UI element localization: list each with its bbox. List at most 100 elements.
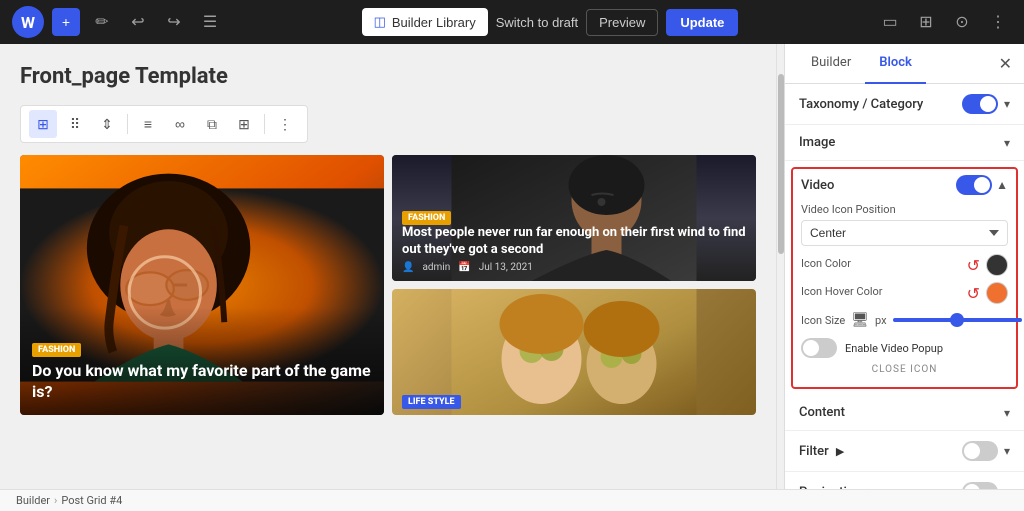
toolbar-divider2 <box>264 114 265 134</box>
close-icon-label: CLOSE ICON <box>872 364 938 375</box>
icon-hover-color-controls: ↺ <box>967 282 1008 304</box>
toolbar-left: W + ✏ ↩ ↪ ☰ <box>12 6 224 38</box>
content-section-header[interactable]: Content ▾ <box>785 395 1024 430</box>
video-icon-position-label: Video Icon Position <box>801 203 1008 216</box>
icon-color-picker[interactable] <box>986 254 1008 276</box>
video-toggle[interactable] <box>956 175 992 195</box>
filter-video-icon: ▶ <box>836 445 844 458</box>
filter-chevron: ▾ <box>1004 444 1010 458</box>
image-section: Image ▾ <box>785 125 1024 161</box>
icon-hover-color-row: Icon Hover Color ↺ <box>801 282 1008 304</box>
filter-section: Filter ▶ ▾ <box>785 431 1024 472</box>
taxonomy-section: Taxonomy / Category ▾ <box>785 84 1024 125</box>
tab-block[interactable]: Block <box>865 44 926 84</box>
preview-button[interactable]: Preview <box>586 9 658 36</box>
fashion-badge-large: FASHION <box>32 343 81 357</box>
icon-hover-color-reset[interactable]: ↺ <box>967 284 980 303</box>
grid-view-button[interactable]: ⊞ <box>29 110 57 138</box>
toolbar-right: ▭ ⊞ ⊙ ⋮ <box>876 8 1012 36</box>
video-section-header: Video ▲ <box>801 175 1008 195</box>
icon-size-label: Icon Size <box>801 314 845 327</box>
filter-section-header[interactable]: Filter ▶ ▾ <box>785 431 1024 471</box>
top-toolbar: W + ✏ ↩ ↪ ☰ ◫ Builder Library Switch to … <box>0 0 1024 44</box>
card-title-large: Do you know what my favorite part of the… <box>32 361 372 403</box>
grid-button[interactable]: ⊞ <box>230 110 258 138</box>
video-icon-position-select[interactable]: Center <box>801 220 1008 246</box>
scrollbar-thumb[interactable] <box>778 74 784 254</box>
link-button[interactable]: ∞ <box>166 110 194 138</box>
icon-hover-color-picker[interactable] <box>986 282 1008 304</box>
icon-size-slider[interactable] <box>893 318 1022 322</box>
filter-label: Filter ▶ <box>799 444 844 459</box>
desktop-view-button[interactable]: ▭ <box>876 8 904 36</box>
layout-button[interactable]: ⊞ <box>912 8 940 36</box>
icon-color-label: Icon Color <box>801 257 851 270</box>
list-view-button[interactable]: ☰ <box>196 8 224 36</box>
video-label: Video <box>801 178 834 193</box>
lifestyle-badge: LIFE STYLE <box>402 395 461 409</box>
author-icon: 👤 <box>402 262 414 273</box>
video-icon-position-field: Video Icon Position Center <box>801 203 1008 246</box>
post-grid: FASHION Do you know what my favorite par… <box>20 155 756 415</box>
image-controls: ▾ <box>1004 136 1010 150</box>
builder-library-button[interactable]: ◫ Builder Library <box>362 8 488 36</box>
icon-hover-color-label: Icon Hover Color <box>801 285 883 298</box>
image-button[interactable]: ⧉ <box>198 110 226 138</box>
dots-view-button[interactable]: ⠿ <box>61 110 89 138</box>
icon-color-row: Icon Color ↺ <box>801 254 1008 276</box>
breadcrumb-builder[interactable]: Builder <box>16 494 50 507</box>
post-card-large[interactable]: FASHION Do you know what my favorite par… <box>20 155 384 415</box>
icon-size-row: Icon Size 🖥 px <box>801 310 1008 330</box>
user-menu-button[interactable]: ⊙ <box>948 8 976 36</box>
toolbar-divider <box>127 114 128 134</box>
pagination-controls: ▾ <box>962 482 1010 489</box>
tab-builder[interactable]: Builder <box>797 44 865 84</box>
panel-close-button[interactable]: ✕ <box>999 54 1012 74</box>
undo-button[interactable]: ↩ <box>124 8 152 36</box>
bottom-breadcrumb: Builder › Post Grid #4 <box>0 489 1024 511</box>
icon-color-controls: ↺ <box>967 254 1008 276</box>
more-button[interactable]: ⋮ <box>271 110 299 138</box>
right-panel: Builder Block ✕ Taxonomy / Category ▾ <box>784 44 1024 489</box>
video-section-controls: ▲ <box>956 175 1008 195</box>
pagination-section: Pagination ▶ ▾ <box>785 472 1024 489</box>
enable-popup-row: Enable Video Popup <box>801 338 1008 358</box>
image-section-header[interactable]: Image ▾ <box>785 125 1024 160</box>
switch-draft-button[interactable]: Switch to draft <box>496 15 578 30</box>
edit-icon-button[interactable]: ✏ <box>88 8 116 36</box>
canvas-scrollbar[interactable] <box>776 44 784 489</box>
taxonomy-chevron: ▾ <box>1004 97 1010 111</box>
content-label: Content <box>799 405 845 420</box>
breadcrumb-item[interactable]: Post Grid #4 <box>61 494 122 507</box>
block-toolbar: ⊞ ⠿ ⇕ ≡ ∞ ⧉ ⊞ ⋮ <box>20 105 308 143</box>
filter-toggle[interactable] <box>962 441 998 461</box>
taxonomy-toggle[interactable] <box>962 94 998 114</box>
resize-button[interactable]: ⇕ <box>93 110 121 138</box>
post-card-bottom-right[interactable]: LIFE STYLE <box>392 289 756 415</box>
close-icon-section: CLOSE ICON <box>801 358 1008 381</box>
more-options-button[interactable]: ⋮ <box>984 8 1012 36</box>
panel-body: Taxonomy / Category ▾ Image ▾ <box>785 84 1024 489</box>
panel-tabs: Builder Block ✕ <box>785 44 1024 84</box>
video-chevron: ▲ <box>996 178 1008 192</box>
image-label: Image <box>799 135 835 150</box>
taxonomy-section-header[interactable]: Taxonomy / Category ▾ <box>785 84 1024 124</box>
enable-popup-toggle[interactable] <box>801 338 837 358</box>
pagination-section-header[interactable]: Pagination ▶ ▾ <box>785 472 1024 489</box>
content-section: Content ▾ <box>785 395 1024 431</box>
pagination-toggle[interactable] <box>962 482 998 489</box>
panel-tab-group: Builder Block <box>797 44 926 84</box>
library-icon: ◫ <box>374 14 386 30</box>
content-controls: ▾ <box>1004 406 1010 420</box>
wordpress-logo[interactable]: W <box>12 6 44 38</box>
post-card-top-right[interactable]: FASHION Most people never run far enough… <box>392 155 756 281</box>
icon-color-reset[interactable]: ↺ <box>967 256 980 275</box>
update-button[interactable]: Update <box>666 9 738 36</box>
video-toggle-knob <box>974 177 990 193</box>
breadcrumb-separator: › <box>54 494 57 507</box>
card-meta: 👤 admin 📅 Jul 13, 2021 <box>402 262 746 273</box>
video-section: Video ▲ Video Icon Position Center <box>791 167 1018 389</box>
add-block-button[interactable]: + <box>52 8 80 36</box>
redo-button[interactable]: ↪ <box>160 8 188 36</box>
align-button[interactable]: ≡ <box>134 110 162 138</box>
